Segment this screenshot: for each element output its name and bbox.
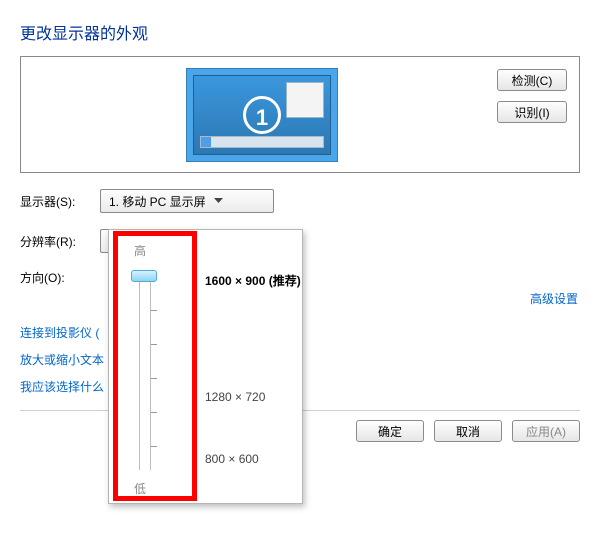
which-choose-link[interactable]: 我应该选择什么 <box>20 378 104 395</box>
slider-label-low: 低 <box>134 480 146 497</box>
display-settings-page: 更改显示器的外观 1 检测(C) 识别(I) 显示器(S): 1. 移动 PC … <box>0 0 600 556</box>
resolution-slider-track[interactable] <box>139 270 151 470</box>
resolution-option-720[interactable]: 1280 × 720 <box>205 390 265 404</box>
side-button-group: 检测(C) 识别(I) <box>497 69 567 123</box>
page-title: 更改显示器的外观 <box>20 20 580 44</box>
chevron-down-icon <box>214 198 223 204</box>
label-orientation: 方向(O): <box>20 269 100 286</box>
resolution-option-recommended[interactable]: 1600 × 900 (推荐) <box>205 272 301 289</box>
mini-taskbar-icon <box>200 136 324 148</box>
mini-start-icon <box>201 137 211 147</box>
slider-tick <box>151 446 157 447</box>
resolution-option-600[interactable]: 800 × 600 <box>205 452 259 466</box>
slider-tick <box>151 412 157 413</box>
mini-window-icon <box>286 82 324 118</box>
slider-tick <box>151 344 157 345</box>
monitor-thumbnail[interactable]: 1 <box>186 68 338 162</box>
dialog-action-bar: 确定 取消 应用(A) <box>356 420 580 442</box>
cancel-button[interactable]: 取消 <box>434 420 502 442</box>
apply-button[interactable]: 应用(A) <box>512 420 580 442</box>
display-dropdown[interactable]: 1. 移动 PC 显示屏 <box>100 189 274 213</box>
monitor-thumbnail-inner: 1 <box>193 75 331 155</box>
detect-button[interactable]: 检测(C) <box>497 69 567 91</box>
label-display: 显示器(S): <box>20 193 100 210</box>
ok-button[interactable]: 确定 <box>356 420 424 442</box>
display-dropdown-value: 1. 移动 PC 显示屏 <box>109 193 206 210</box>
connect-projector-link[interactable]: 连接到投影仪 ( <box>20 324 104 341</box>
row-display: 显示器(S): 1. 移动 PC 显示屏 <box>20 189 580 213</box>
slider-tick <box>151 378 157 379</box>
resolution-slider-thumb[interactable] <box>131 270 157 282</box>
monitor-number-badge: 1 <box>243 96 281 134</box>
help-links-column: 连接到投影仪 ( 放大或缩小文本 我应该选择什么 <box>20 324 104 395</box>
advanced-settings-link[interactable]: 高级设置 <box>530 290 578 307</box>
slider-tick <box>151 310 157 311</box>
resolution-slider-popup: 高 1600 × 900 (推荐) 1280 × 720 800 × 600 低 <box>108 229 303 504</box>
magnify-text-link[interactable]: 放大或缩小文本 <box>20 351 104 368</box>
slider-label-high: 高 <box>134 242 146 259</box>
label-resolution: 分辨率(R): <box>20 233 100 250</box>
display-preview-box: 1 检测(C) 识别(I) <box>20 56 580 173</box>
identify-button[interactable]: 识别(I) <box>497 101 567 123</box>
